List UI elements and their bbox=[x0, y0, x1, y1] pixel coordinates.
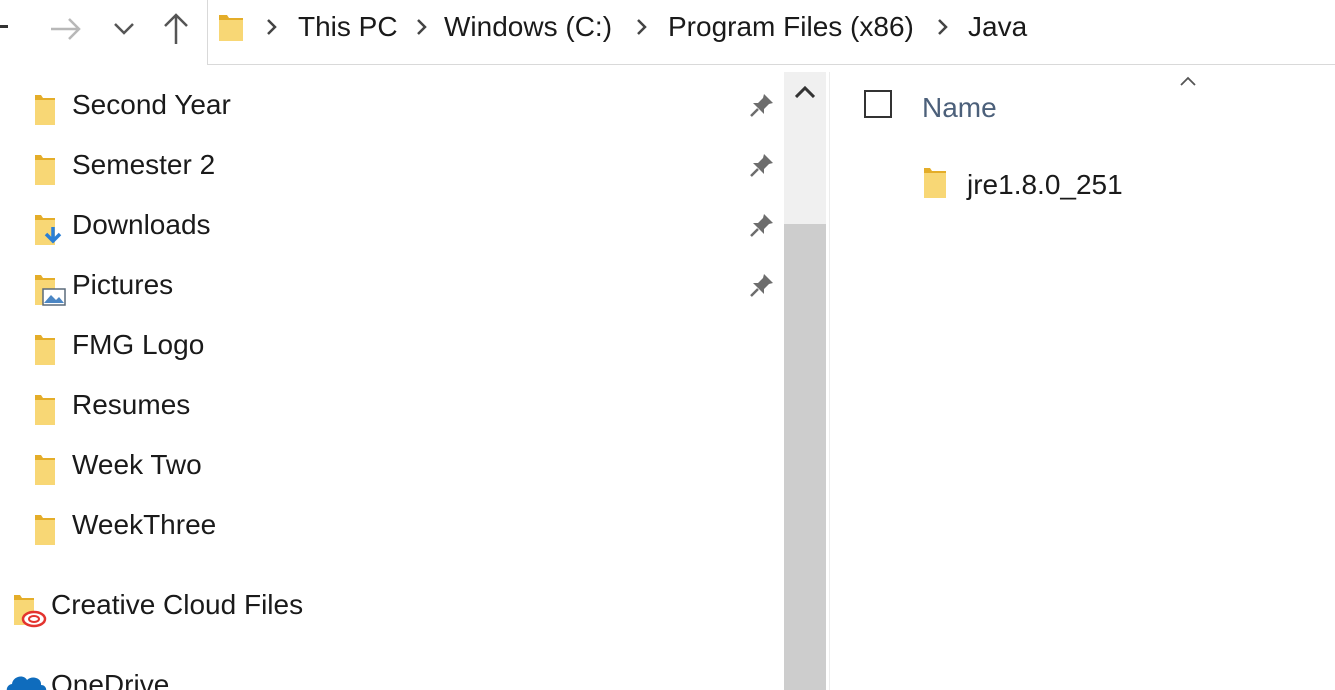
sort-ascending-icon bbox=[1180, 76, 1196, 86]
folder-icon bbox=[35, 515, 55, 545]
folder-icon bbox=[924, 168, 946, 198]
file-list-pane: Name jre1.8.0_251 bbox=[830, 66, 1335, 690]
back-button[interactable] bbox=[0, 25, 8, 28]
scroll-thumb[interactable] bbox=[784, 224, 826, 690]
nav-item-fmg-logo[interactable]: FMG Logo bbox=[0, 315, 784, 375]
nav-item-label: Semester 2 bbox=[72, 149, 216, 180]
up-arrow-icon bbox=[164, 13, 188, 44]
nav-item-label: Second Year bbox=[72, 89, 231, 120]
scroll-up-button[interactable] bbox=[784, 72, 826, 112]
folder-icon bbox=[35, 335, 55, 365]
nav-item-label: Resumes bbox=[72, 389, 191, 420]
pin-icon[interactable] bbox=[748, 91, 776, 119]
chevron-right-icon[interactable] bbox=[937, 18, 949, 36]
file-row[interactable]: jre1.8.0_251 bbox=[830, 156, 1335, 212]
nav-item-resumes[interactable]: Resumes bbox=[0, 375, 784, 435]
folder-icon bbox=[219, 15, 243, 41]
nav-item-label: Creative Cloud Files bbox=[51, 589, 304, 620]
nav-item-label: WeekThree bbox=[72, 509, 217, 540]
pin-icon[interactable] bbox=[748, 211, 776, 239]
pin-icon[interactable] bbox=[748, 271, 776, 299]
chevron-up-icon bbox=[795, 86, 815, 98]
folder-icon bbox=[35, 455, 55, 485]
nav-item-downloads[interactable]: Downloads bbox=[0, 195, 784, 255]
nav-item-second-year[interactable]: Second Year bbox=[0, 75, 784, 135]
nav-item-onedrive[interactable]: OneDrive bbox=[0, 655, 784, 690]
nav-item-creative-cloud-files[interactable]: Creative Cloud Files bbox=[0, 575, 784, 635]
breadcrumb-java[interactable]: Java bbox=[968, 10, 1027, 44]
creative-cloud-folder-icon bbox=[14, 595, 47, 628]
column-header-name[interactable]: Name bbox=[922, 91, 997, 125]
navigation-pane: Second Year Semester 2 Downloads Picture… bbox=[0, 66, 784, 690]
address-bar[interactable]: This PC Windows (C:) Program Files (x86)… bbox=[207, 0, 1335, 65]
nav-item-weekthree[interactable]: WeekThree bbox=[0, 495, 784, 555]
nav-item-pictures[interactable]: Pictures bbox=[0, 255, 784, 315]
chevron-right-icon bbox=[267, 19, 277, 35]
pin-icon[interactable] bbox=[748, 151, 776, 179]
nav-item-label: Week Two bbox=[72, 449, 202, 480]
nav-item-label: Downloads bbox=[72, 209, 211, 240]
forward-button[interactable] bbox=[44, 8, 88, 50]
forward-arrow-icon bbox=[51, 18, 81, 40]
nav-item-semester-2[interactable]: Semester 2 bbox=[0, 135, 784, 195]
chevron-down-icon bbox=[114, 23, 134, 35]
breadcrumb-this-pc[interactable]: This PC bbox=[298, 10, 398, 44]
folder-icon bbox=[35, 95, 55, 125]
pictures-folder-icon bbox=[35, 275, 66, 306]
recent-locations-button[interactable] bbox=[104, 8, 144, 50]
breadcrumb-program-files-x86[interactable]: Program Files (x86) bbox=[668, 10, 914, 44]
chevron-right-icon[interactable] bbox=[636, 18, 648, 36]
folder-icon bbox=[35, 155, 55, 185]
breadcrumb-windows-c[interactable]: Windows (C:) bbox=[444, 10, 612, 44]
select-all-checkbox[interactable] bbox=[864, 90, 892, 118]
nav-item-label: OneDrive bbox=[51, 669, 170, 690]
onedrive-cloud-icon bbox=[6, 676, 47, 690]
nav-item-label: FMG Logo bbox=[72, 329, 205, 360]
chevron-right-icon[interactable] bbox=[416, 18, 428, 36]
nav-item-week-two[interactable]: Week Two bbox=[0, 435, 784, 495]
navigation-pane-scrollbar[interactable] bbox=[784, 72, 826, 690]
downloads-folder-icon bbox=[35, 215, 62, 245]
file-name: jre1.8.0_251 bbox=[967, 169, 1123, 200]
nav-item-label: Pictures bbox=[72, 269, 174, 300]
up-one-level-button[interactable] bbox=[154, 8, 198, 50]
folder-icon bbox=[35, 395, 55, 425]
